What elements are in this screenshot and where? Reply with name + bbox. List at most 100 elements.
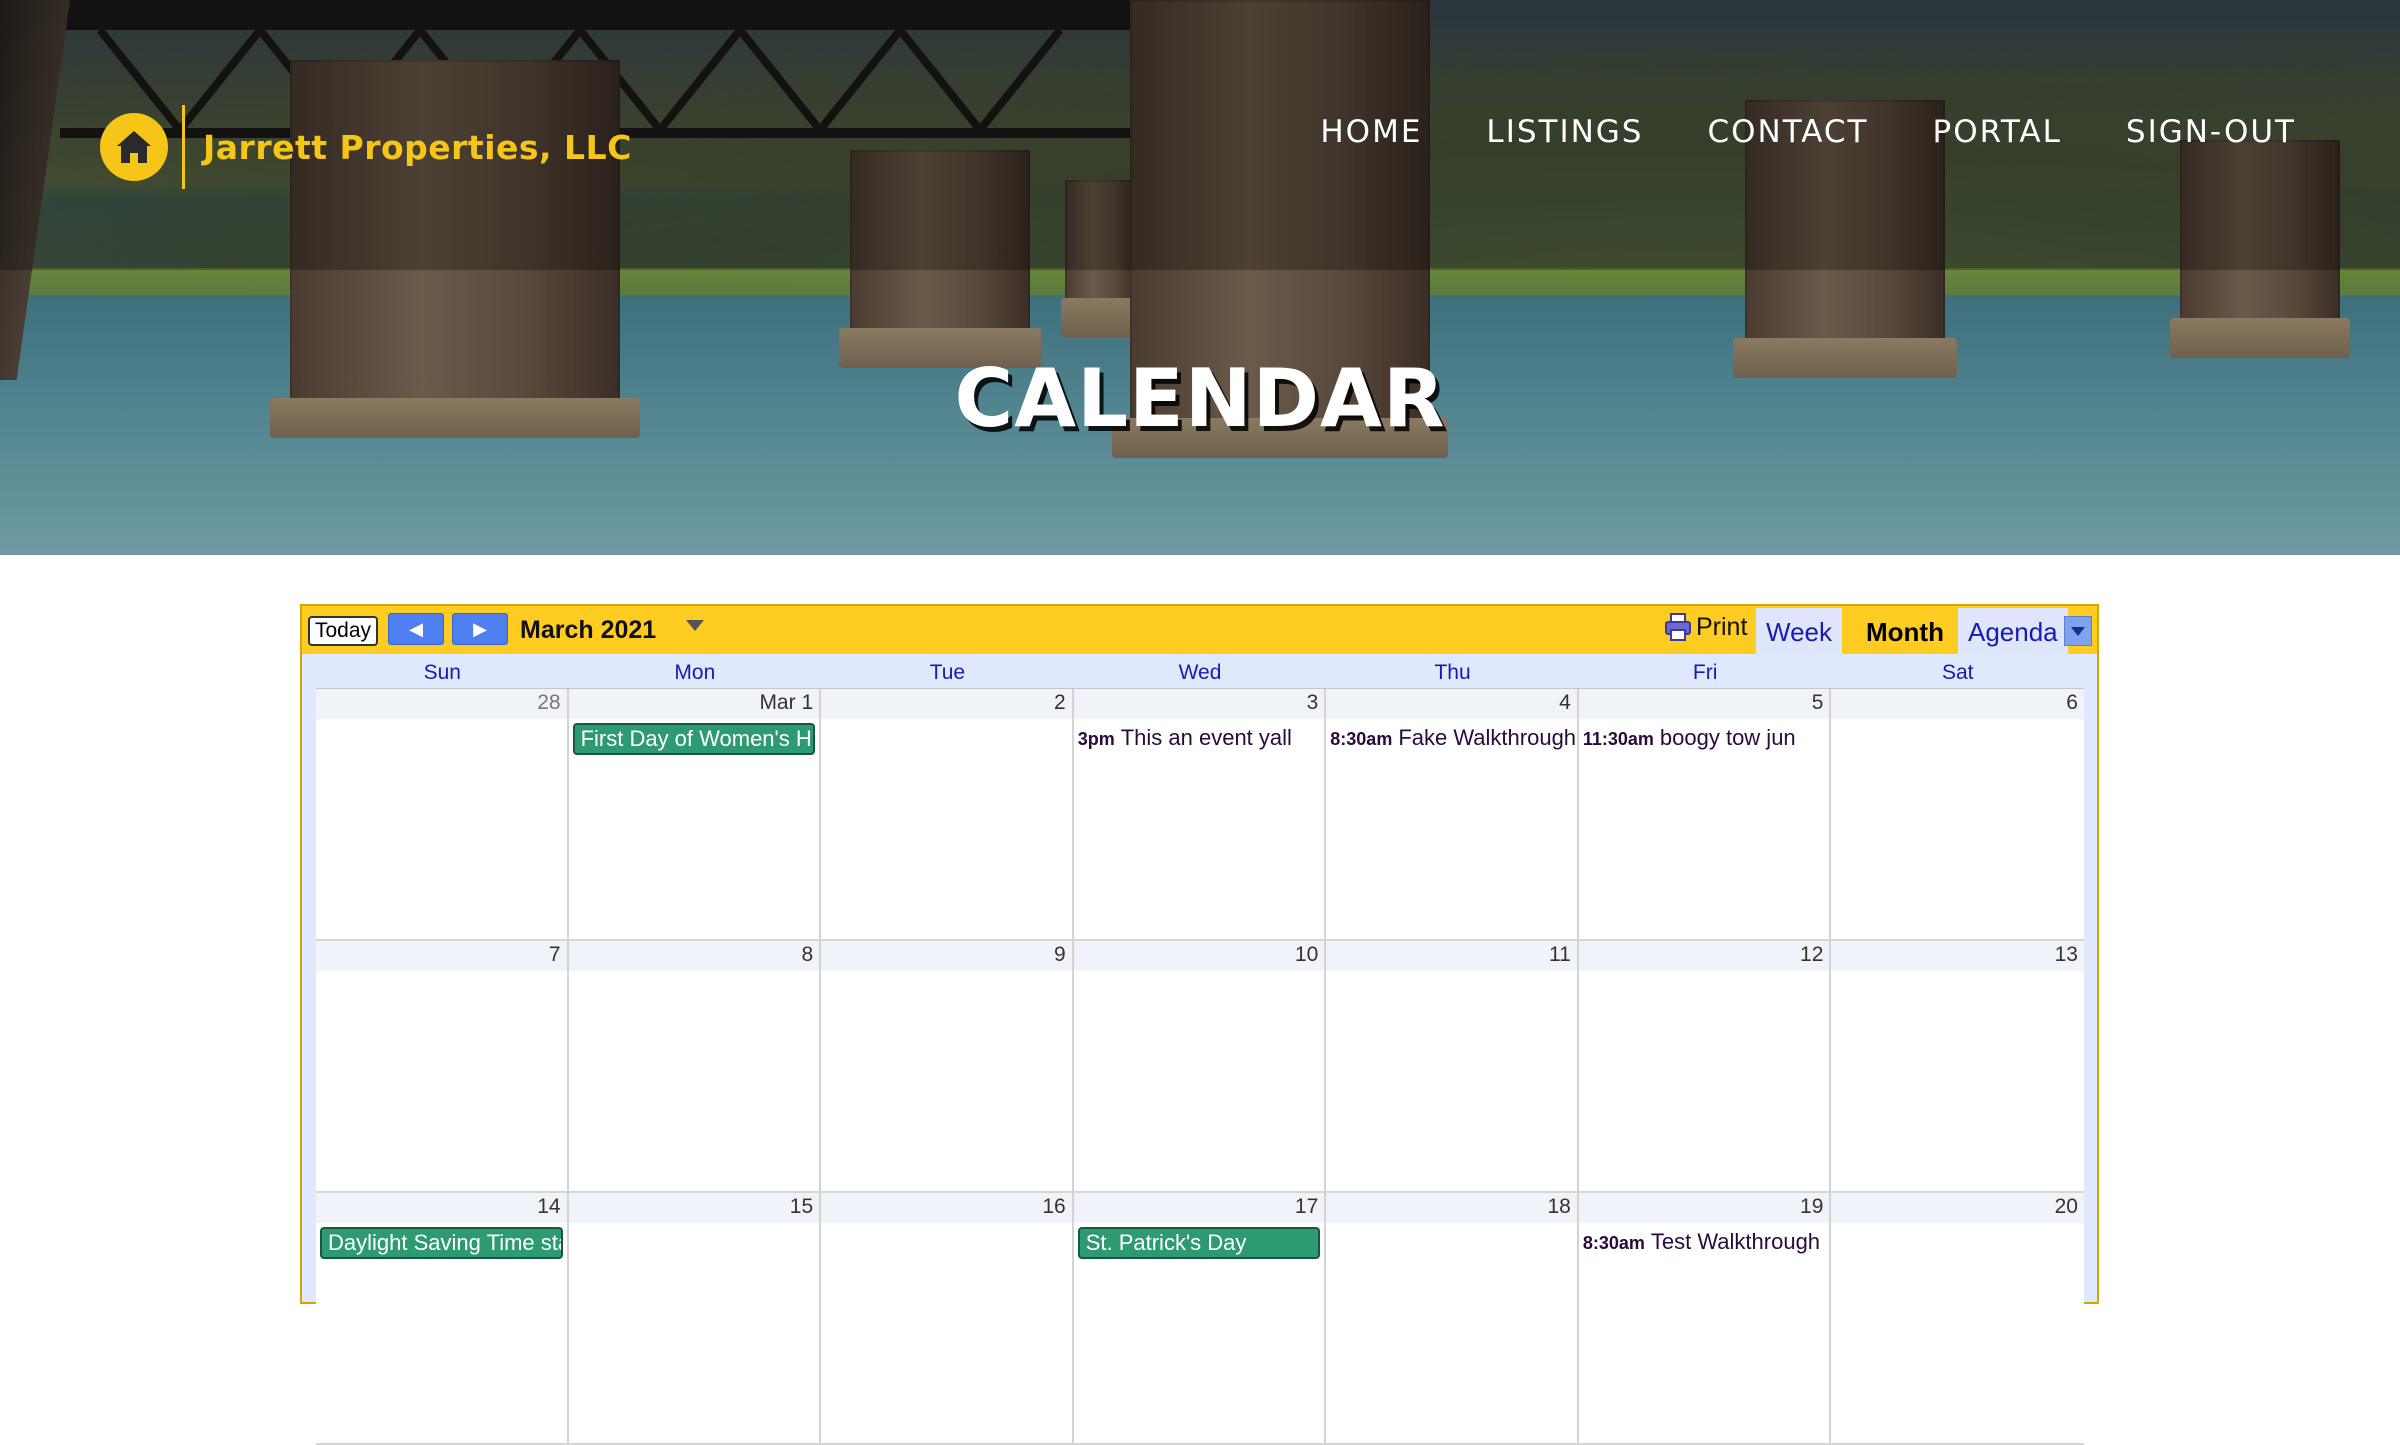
day-cell[interactable]: 10 [1073, 941, 1327, 1191]
timed-event[interactable]: 3pm This an event yall [1078, 725, 1323, 751]
nav-listings[interactable]: LISTINGS [1486, 114, 1643, 150]
nav-sign-out[interactable]: SIGN-OUT [2126, 114, 2296, 150]
prev-month-button[interactable]: ◀ [388, 613, 444, 645]
weekday-label: Wed [1178, 661, 1222, 684]
day-number[interactable]: 20 [2055, 1195, 2078, 1219]
day-number[interactable]: 2 [1054, 691, 1066, 715]
day-number[interactable]: 11 [1549, 943, 1571, 967]
timed-event[interactable]: 8:30am Test Walkthrough [1583, 1229, 1828, 1255]
day-header [316, 689, 567, 719]
chevron-right-icon: ▶ [473, 618, 487, 639]
month-label: March 2021 [520, 616, 657, 644]
day-cell[interactable]: 14 Daylight Saving Time starts [316, 1193, 569, 1443]
day-cell[interactable]: 7 [316, 941, 569, 1191]
event-time: 8:30am [1582, 1233, 1645, 1253]
all-day-event[interactable]: First Day of Women's History Month [572, 723, 816, 755]
calendar-toolbar: Today ◀ ▶ March 2021 Print Week Month Ag… [302, 606, 2097, 654]
day-header [821, 1193, 1072, 1223]
timed-event[interactable]: 11:30am boogy tow jun [1583, 725, 1828, 751]
today-button[interactable]: Today [308, 616, 379, 646]
day-header [1326, 1193, 1577, 1223]
day-cell[interactable]: 16 [821, 1193, 1074, 1443]
event-title: This an event yall [1120, 725, 1292, 750]
day-number[interactable]: 8 [801, 943, 813, 967]
day-number[interactable]: 14 [537, 1195, 560, 1219]
month-dropdown-icon[interactable] [686, 620, 704, 631]
day-header [1326, 689, 1577, 719]
day-header [568, 1193, 820, 1223]
day-cell[interactable]: 18 [1326, 1193, 1579, 1443]
day-cell[interactable]: 28 [316, 689, 569, 939]
print-label: Print [1696, 612, 1748, 641]
day-number[interactable]: 18 [1547, 1195, 1570, 1219]
day-header [316, 1193, 567, 1223]
day-number[interactable]: 10 [1295, 943, 1318, 967]
nav-home[interactable]: HOME [1320, 114, 1422, 150]
day-number[interactable]: 15 [790, 1195, 813, 1219]
day-cell[interactable]: 12 [1578, 941, 1832, 1191]
event-time: 3pm [1077, 729, 1115, 749]
nav-contact[interactable]: CONTACT [1707, 114, 1868, 150]
day-number[interactable]: 16 [1042, 1195, 1065, 1219]
day-number[interactable]: 9 [1054, 943, 1066, 967]
weekday-header: Sun Mon Tue Wed Thu Fri Sat [316, 654, 2084, 688]
event-title: boogy tow jun [1659, 725, 1796, 750]
day-header [1831, 941, 2084, 971]
weekday-label: Sat [1941, 661, 1974, 684]
day-cell[interactable]: 5 11:30am boogy tow jun [1578, 689, 1832, 939]
weekday-label: Tue [929, 661, 966, 684]
day-number[interactable]: 4 [1559, 691, 1571, 715]
day-header [821, 941, 1072, 971]
event-title: Test Walkthrough [1650, 1229, 1821, 1254]
day-cell[interactable]: 20 [1831, 1193, 2084, 1443]
tab-agenda[interactable]: Agenda [1958, 608, 2068, 654]
timed-event[interactable]: 8:30am Fake Walkthrough [1330, 725, 1575, 751]
day-cell[interactable]: 2 [821, 689, 1074, 939]
day-number[interactable]: 13 [2055, 943, 2078, 967]
next-month-button[interactable]: ▶ [452, 613, 508, 645]
day-number[interactable]: Mar 1 [759, 691, 813, 715]
day-cell[interactable]: 6 [1831, 689, 2084, 939]
page-title: CALENDAR [954, 352, 1446, 445]
day-number[interactable]: 7 [549, 943, 561, 967]
day-cell[interactable]: 4 8:30am Fake Walkthrough [1326, 689, 1579, 939]
day-header [568, 941, 820, 971]
day-header [1578, 941, 1830, 971]
brand-name: Jarrett Properties, LLC [203, 127, 632, 167]
day-cell[interactable]: 19 8:30am Test Walkthrough [1578, 1193, 1832, 1443]
day-cell[interactable]: 17 St. Patrick's Day [1073, 1193, 1327, 1443]
day-cell[interactable]: 11 [1326, 941, 1579, 1191]
tab-month[interactable]: Month [1856, 608, 1954, 654]
event-title: Fake Walkthrough [1398, 725, 1575, 750]
all-day-event[interactable]: Daylight Saving Time starts [320, 1227, 563, 1259]
day-number[interactable]: 28 [537, 691, 560, 715]
day-cell[interactable]: Mar 1 First Day of Women's History Month [568, 689, 822, 939]
day-header [1578, 1193, 1830, 1223]
day-cell[interactable]: 8 [568, 941, 822, 1191]
event-time: 8:30am [1330, 729, 1393, 749]
day-cell[interactable]: 15 [568, 1193, 822, 1443]
print-button[interactable]: Print [1664, 612, 1747, 642]
all-day-event[interactable]: St. Patrick's Day [1077, 1227, 1321, 1259]
brand-logo[interactable]: Jarrett Properties, LLC [100, 105, 632, 189]
day-number[interactable]: 5 [1812, 691, 1824, 715]
home-icon [100, 113, 168, 181]
tab-week[interactable]: Week [1756, 608, 1842, 654]
month-grid: 28Mar 1First Day of Women's History Mont… [316, 688, 2084, 1445]
hero-banner: Jarrett Properties, LLC HOME LISTINGS CO… [0, 0, 2400, 555]
logo-divider [182, 105, 185, 189]
day-cell[interactable]: 13 [1831, 941, 2084, 1191]
day-cell[interactable]: 3 3pm This an event yall [1073, 689, 1327, 939]
day-number[interactable]: 3 [1307, 691, 1319, 715]
day-number[interactable]: 19 [1800, 1195, 1823, 1219]
day-header [1073, 689, 1325, 719]
nav-portal[interactable]: PORTAL [1933, 114, 2062, 150]
day-cell[interactable]: 9 [821, 941, 1074, 1191]
day-number[interactable]: 12 [1800, 943, 1823, 967]
day-header [1578, 689, 1830, 719]
day-number[interactable]: 17 [1295, 1195, 1318, 1219]
day-header [316, 941, 567, 971]
view-dropdown-icon[interactable] [2064, 616, 2092, 646]
day-header [1326, 941, 1577, 971]
day-number[interactable]: 6 [2066, 691, 2078, 715]
